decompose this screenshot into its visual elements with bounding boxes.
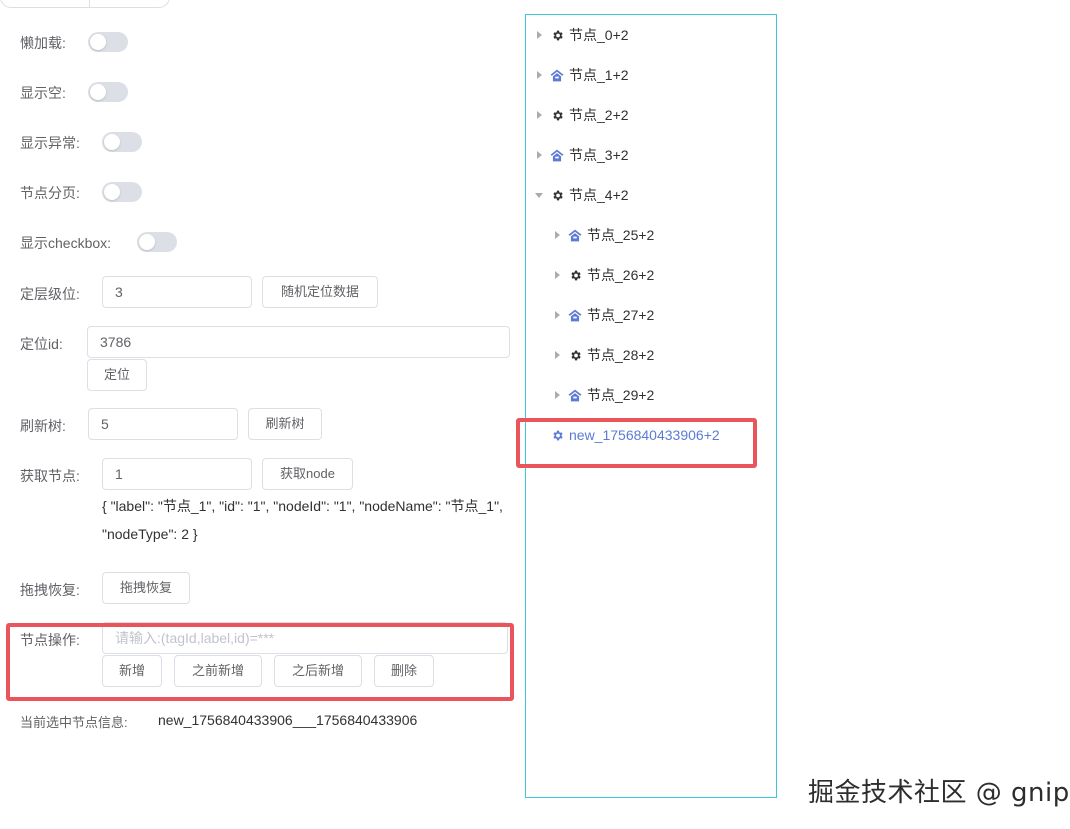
home-icon — [568, 388, 582, 402]
locate-level-input[interactable] — [102, 276, 252, 308]
tree-node[interactable]: 节点_26+2 — [552, 264, 654, 286]
show-checkbox-switch[interactable] — [137, 232, 177, 252]
refresh-tree-input[interactable] — [88, 408, 238, 440]
random-locate-button[interactable]: 随机定位数据 — [262, 276, 378, 308]
caret-right-icon[interactable] — [534, 30, 544, 40]
node-json-output: { "label": "节点_1", "id": "1", "nodeId": … — [102, 498, 503, 542]
locate-level-label: 定层级位: — [20, 286, 80, 302]
home-icon — [568, 308, 582, 322]
node-paging-switch[interactable] — [102, 182, 142, 202]
tree-node-label: 节点_25+2 — [587, 227, 655, 243]
caret-right-icon[interactable] — [534, 150, 544, 160]
gear-icon — [550, 188, 564, 202]
tree-node-label: 节点_0+2 — [569, 27, 629, 43]
gear-icon — [550, 108, 564, 122]
caret-right-icon[interactable] — [552, 390, 562, 400]
tree-node[interactable]: 节点_4+2 — [534, 184, 629, 206]
caret-right-icon[interactable] — [552, 270, 562, 280]
tree-node[interactable]: 节点_1+2 — [534, 64, 629, 86]
get-node-input[interactable] — [102, 458, 252, 490]
tree-node[interactable]: 节点_28+2 — [552, 344, 654, 366]
get-node-label: 获取节点: — [20, 468, 80, 484]
show-checkbox-label: 显示checkbox: — [20, 235, 112, 251]
drag-restore-button[interactable]: 拖拽恢复 — [102, 572, 190, 604]
switch-knob — [104, 134, 120, 150]
show-error-label: 显示异常: — [20, 135, 80, 151]
watermark: 掘金技术社区 @ gnip — [808, 778, 1070, 808]
show-empty-switch[interactable] — [88, 82, 128, 102]
tree-node[interactable]: 节点_27+2 — [552, 304, 654, 326]
locate-button[interactable]: 定位 — [87, 359, 147, 391]
caret-right-icon[interactable] — [552, 310, 562, 320]
show-empty-label: 显示空: — [20, 85, 66, 101]
refresh-tree-button[interactable]: 刷新树 — [248, 408, 322, 440]
tree-node-label: 节点_28+2 — [587, 347, 655, 363]
get-node-button[interactable]: 获取node — [262, 458, 353, 490]
home-icon — [550, 148, 564, 162]
tree-node[interactable]: 节点_0+2 — [534, 24, 629, 46]
segment-divider — [89, 0, 90, 7]
tree-node-label: 节点_4+2 — [569, 187, 629, 203]
selected-info-label: 当前选中节点信息: — [20, 715, 128, 730]
highlight-node-ops-box — [6, 623, 514, 701]
switch-knob — [104, 184, 120, 200]
tree-node-label: 节点_26+2 — [587, 267, 655, 283]
node-paging-label: 节点分页: — [20, 185, 80, 201]
highlight-new-node-box — [516, 418, 757, 468]
drag-restore-label: 拖拽恢复: — [20, 582, 80, 598]
lazy-load-label: 懒加载: — [20, 35, 66, 51]
switch-knob — [139, 234, 155, 250]
lazy-load-switch[interactable] — [88, 32, 128, 52]
caret-right-icon[interactable] — [552, 350, 562, 360]
selected-info-value: new_1756840433906___1756840433906 — [158, 712, 418, 728]
caret-right-icon[interactable] — [552, 230, 562, 240]
tree-panel — [525, 14, 777, 798]
tree-node-label: 节点_3+2 — [569, 147, 629, 163]
home-icon — [550, 68, 564, 82]
tree-node-label: 节点_2+2 — [569, 107, 629, 123]
tree-node-label: 节点_27+2 — [587, 307, 655, 323]
caret-right-icon[interactable] — [534, 110, 544, 120]
tree-node[interactable]: 节点_3+2 — [534, 144, 629, 166]
tree-node-label: 节点_1+2 — [569, 67, 629, 83]
tree-node-label: 节点_29+2 — [587, 387, 655, 403]
home-icon — [568, 228, 582, 242]
gear-icon — [550, 28, 564, 42]
switch-knob — [90, 84, 106, 100]
switch-knob — [90, 34, 106, 50]
gear-icon — [568, 268, 582, 282]
tree-node[interactable]: 节点_2+2 — [534, 104, 629, 126]
locate-id-input[interactable] — [87, 326, 510, 358]
caret-right-icon[interactable] — [534, 70, 544, 80]
top-segmented-control[interactable] — [0, 0, 170, 8]
locate-id-label: 定位id: — [20, 336, 63, 352]
tree-node[interactable]: 节点_29+2 — [552, 384, 654, 406]
show-error-switch[interactable] — [102, 132, 142, 152]
caret-down-icon[interactable] — [534, 190, 544, 200]
gear-icon — [568, 348, 582, 362]
refresh-tree-label: 刷新树: — [20, 418, 66, 434]
tree-node[interactable]: 节点_25+2 — [552, 224, 654, 246]
